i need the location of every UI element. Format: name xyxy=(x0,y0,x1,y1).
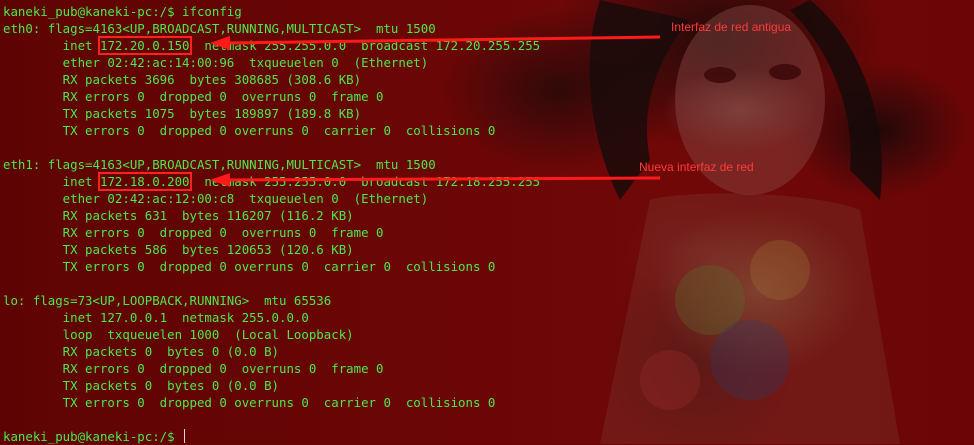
arrow-line-old xyxy=(224,35,661,45)
arrow-head-new xyxy=(210,173,230,187)
annotation-arrows xyxy=(210,35,661,187)
annotation-new-interface: Nueva interfaz de red xyxy=(639,160,754,174)
annotation-old-interface: Interfaz de red antigua xyxy=(671,20,792,34)
arrow-head-old xyxy=(210,36,230,50)
arrow-line-new xyxy=(224,176,661,182)
